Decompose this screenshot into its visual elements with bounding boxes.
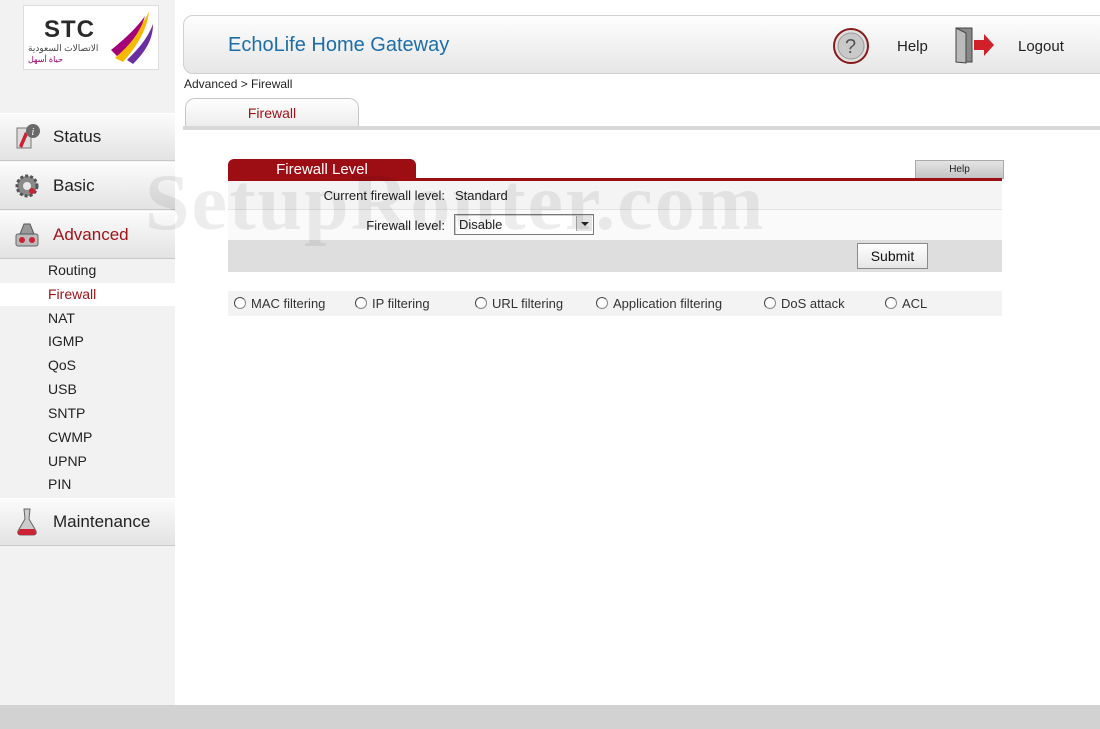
panel-help-button[interactable]: Help (915, 160, 1004, 179)
nav-advanced[interactable]: Advanced (0, 211, 175, 259)
logout-icon[interactable] (952, 25, 996, 65)
nav-status[interactable]: i Status (0, 113, 175, 161)
sidebar-item-usb[interactable]: USB (0, 378, 175, 401)
sidebar-item-firewall[interactable]: Firewall (0, 283, 175, 306)
radio-circle[interactable] (234, 297, 246, 309)
nav-basic[interactable]: Basic (0, 162, 175, 210)
radio-circle[interactable] (355, 297, 367, 309)
gear-icon (15, 174, 39, 198)
radio-label: URL filtering (492, 296, 564, 311)
sidebar-item-routing[interactable]: Routing (0, 259, 175, 282)
status-icon: i (16, 124, 40, 149)
logo-tagline: حياة أسهل (28, 55, 63, 64)
tab-underline (183, 126, 1100, 130)
sidebar-item-pin[interactable]: PIN (0, 473, 175, 496)
submit-button[interactable]: Submit (857, 243, 928, 269)
radio-label: IP filtering (372, 296, 430, 311)
firewall-level-row: Firewall level: Disable (228, 210, 1002, 240)
firewall-level-select[interactable]: Disable (454, 214, 594, 235)
tab-firewall[interactable]: Firewall (185, 98, 359, 127)
filter-options-bar: MAC filtering IP filtering URL filtering… (228, 291, 1002, 316)
logo-arabic-text: الاتصالات السعودية (28, 43, 99, 53)
current-level-value: Standard (455, 188, 508, 203)
top-header: EchoLife Home Gateway ? Help Logout (183, 15, 1100, 74)
chevron-down-icon[interactable] (576, 216, 592, 231)
firewall-level-selected: Disable (459, 217, 503, 232)
radio-circle[interactable] (475, 297, 487, 309)
radio-label: MAC filtering (251, 296, 326, 311)
maintenance-icon (17, 508, 37, 536)
radio-circle[interactable] (885, 297, 897, 309)
radio-circle[interactable] (596, 297, 608, 309)
svg-text:i: i (32, 127, 35, 138)
submit-row: Submit (228, 240, 1002, 272)
radio-label: Application filtering (613, 296, 723, 311)
sidebar-item-upnp[interactable]: UPNP (0, 450, 175, 473)
panel-title-tab: Firewall Level (228, 159, 416, 180)
firewall-level-label: Firewall level: (366, 218, 445, 233)
svg-text:?: ? (845, 36, 856, 58)
sidebar-item-sntp[interactable]: SNTP (0, 402, 175, 425)
sidebar-item-nat[interactable]: NAT (0, 307, 175, 330)
footer-bar (0, 705, 1100, 729)
tab-firewall-label: Firewall (247, 105, 297, 121)
nav-maintenance-label: Maintenance (53, 512, 151, 531)
sidebar-item-cwmp[interactable]: CWMP (0, 426, 175, 449)
logo-swoosh-icon (111, 12, 153, 64)
app-title: EchoLife Home Gateway (228, 34, 450, 56)
breadcrumb: Advanced > Firewall (184, 77, 293, 91)
nav-status-label: Status (53, 127, 102, 146)
nav-basic-label: Basic (53, 176, 95, 195)
stc-logo: STC الاتصالات السعودية حياة أسهل (23, 5, 159, 70)
radio-label: ACL (902, 296, 928, 311)
nav-maintenance[interactable]: Maintenance (0, 498, 175, 546)
help-link[interactable]: Help (897, 38, 928, 55)
sidebar-item-igmp[interactable]: IGMP (0, 330, 175, 353)
radio-label: DoS attack (781, 296, 845, 311)
current-level-label: Current firewall level: (323, 188, 445, 203)
left-sidebar: STC الاتصالات السعودية حياة أسهل i Statu… (0, 0, 175, 705)
help-icon[interactable]: ? (832, 27, 870, 65)
panel-title: Firewall Level (276, 161, 368, 178)
nav-advanced-label: Advanced (53, 225, 129, 244)
advanced-icon (15, 223, 39, 247)
logout-link[interactable]: Logout (1018, 38, 1064, 55)
logo-text: STC (44, 16, 95, 43)
sidebar-item-qos[interactable]: QoS (0, 354, 175, 377)
current-level-row: Current firewall level: Standard (228, 181, 1002, 210)
radio-circle[interactable] (764, 297, 776, 309)
